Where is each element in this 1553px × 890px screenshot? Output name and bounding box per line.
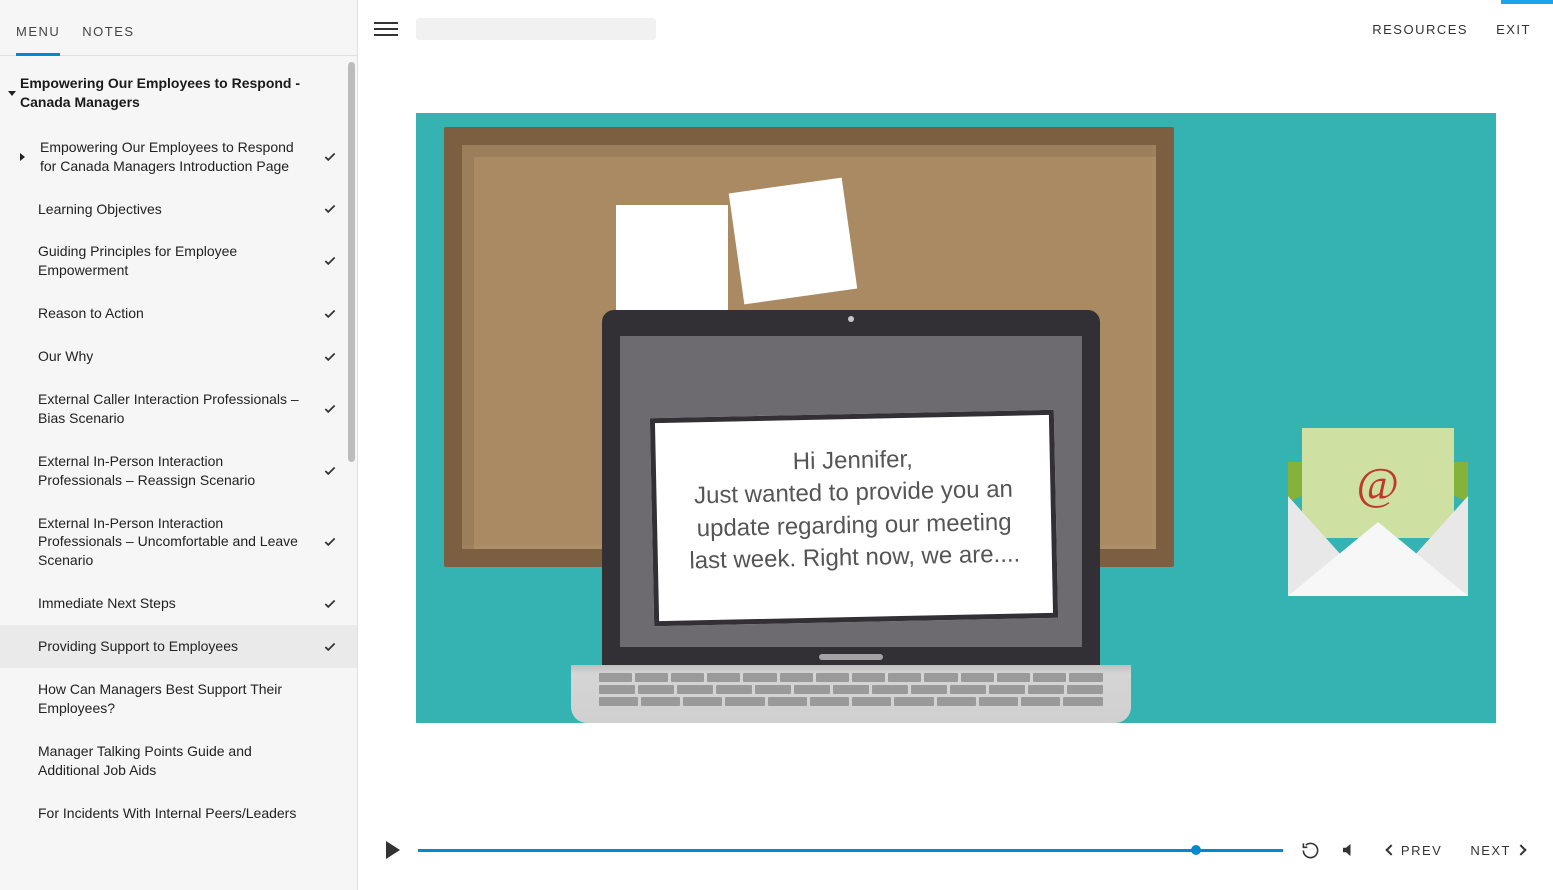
seek-bar[interactable] [418,840,1283,860]
tab-notes[interactable]: NOTES [82,24,134,43]
replay-icon[interactable] [1301,840,1321,860]
lesson-label: Reason to Action [38,304,313,323]
lesson-label: Immediate Next Steps [38,594,313,613]
check-icon [323,150,337,164]
sidebar-tabs: MENU NOTES [0,0,357,56]
prev-label: PREV [1401,843,1442,858]
lesson-label: How Can Managers Best Support Their Empl… [38,680,313,718]
lesson-item[interactable]: Reason to Action [0,292,357,335]
expand-icon [20,153,25,161]
laptop-camera-icon [848,316,854,322]
check-icon [323,535,337,549]
course-title-row[interactable]: Empowering Our Employees to Respond - Ca… [0,56,357,126]
check-icon [323,307,337,321]
lesson-label: Providing Support to Employees [38,637,313,656]
next-button[interactable]: NEXT [1470,843,1525,858]
lesson-label: Our Why [38,347,313,366]
lesson-item[interactable]: Providing Support to Employees [0,625,357,668]
chevron-right-icon [1515,844,1526,855]
resources-link[interactable]: RESOURCES [1372,22,1468,37]
sidebar: MENU NOTES Empowering Our Employees to R… [0,0,358,890]
hamburger-icon[interactable] [374,17,398,41]
lesson-item[interactable]: External Caller Interaction Professional… [0,378,357,440]
lesson-item[interactable]: Empowering Our Employees to Respond for … [0,126,357,188]
sidebar-scroll-thumb[interactable] [348,62,355,462]
lesson-label: Learning Objectives [38,200,313,219]
top-accent [1501,0,1553,4]
check-icon [323,402,337,416]
laptop-screen: Hi Jennifer,Just wanted to provide you a… [602,310,1100,665]
prev-button[interactable]: PREV [1387,843,1442,858]
laptop-notch [819,654,883,660]
lesson-item[interactable]: Guiding Principles for Employee Empowerm… [0,230,357,292]
lesson-label: External In-Person Interaction Professio… [38,514,313,571]
laptop-note: Hi Jennifer,Just wanted to provide you a… [649,410,1057,626]
lesson-item[interactable]: For Incidents With Internal Peers/Leader… [0,792,357,835]
lesson-item[interactable]: External In-Person Interaction Professio… [0,502,357,583]
lesson-item[interactable]: Immediate Next Steps [0,582,357,625]
lesson-label: External Caller Interaction Professional… [38,390,313,428]
sticky-note-1 [616,205,728,315]
check-icon [323,692,337,706]
lesson-label: Guiding Principles for Employee Empowerm… [38,242,313,280]
player-bar: PREV NEXT [358,810,1553,890]
lesson-item[interactable]: External In-Person Interaction Professio… [0,440,357,502]
stage-wrap: Hi Jennifer,Just wanted to provide you a… [358,58,1553,810]
exit-link[interactable]: EXIT [1496,22,1531,37]
check-icon [323,754,337,768]
next-label: NEXT [1470,843,1511,858]
tab-menu[interactable]: MENU [16,24,60,43]
top-bar: RESOURCES EXIT [358,0,1553,58]
laptop-base [571,665,1131,723]
check-icon [323,597,337,611]
lesson-label: Empowering Our Employees to Respond for … [40,138,313,176]
check-icon [323,806,337,820]
main-panel: RESOURCES EXIT Hi Jennifer,Just wanted t… [358,0,1553,890]
lesson-item[interactable]: Manager Talking Points Guide and Additio… [0,730,357,792]
lesson-item[interactable]: Our Why [0,335,357,378]
lesson-label: For Incidents With Internal Peers/Leader… [38,804,313,823]
chevron-left-icon [1385,844,1396,855]
collapse-icon [8,91,16,96]
course-title: Empowering Our Employees to Respond - Ca… [20,74,341,112]
check-icon [323,202,337,216]
lesson-title [416,18,656,40]
lesson-label: Manager Talking Points Guide and Additio… [38,742,313,780]
lesson-item[interactable]: How Can Managers Best Support Their Empl… [0,668,357,730]
laptop-keyboard [599,673,1103,706]
sticky-note-2 [728,178,856,305]
seek-thumb[interactable] [1191,845,1201,855]
lesson-item[interactable]: Learning Objectives [0,188,357,231]
slide-stage: Hi Jennifer,Just wanted to provide you a… [416,113,1496,723]
lesson-label: External In-Person Interaction Professio… [38,452,313,490]
laptop: Hi Jennifer,Just wanted to provide you a… [571,310,1131,723]
check-icon [323,640,337,654]
check-icon [323,350,337,364]
envelope-icon: @ [1288,428,1468,596]
lesson-list: Empowering Our Employees to Respond for … [0,126,357,890]
play-button[interactable] [386,841,400,859]
volume-icon[interactable] [1339,840,1359,860]
check-icon [323,464,337,478]
check-icon [323,254,337,268]
